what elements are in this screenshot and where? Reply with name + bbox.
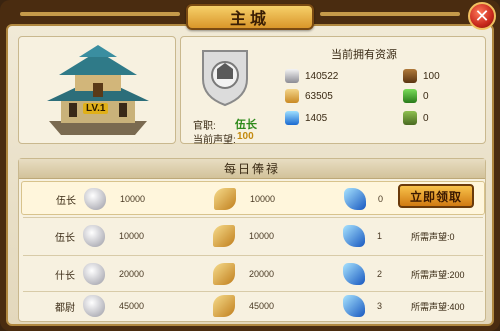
reputation-value: 100	[237, 131, 254, 142]
title-ornament-left	[20, 12, 180, 16]
resource-leaf: 0	[403, 111, 429, 125]
row-requirement: 所需声望:0	[411, 232, 455, 242]
resource-herb: 0	[403, 89, 429, 103]
row-silver: 20000	[119, 269, 145, 279]
grain-icon	[214, 188, 236, 210]
row-gem: 0	[378, 194, 384, 204]
resource-value: 0	[423, 90, 429, 102]
grain-icon	[213, 295, 235, 317]
row-rank: 伍长	[55, 233, 75, 244]
resource-value: 1405	[305, 112, 328, 124]
silver-icon	[83, 295, 105, 317]
grain-icon	[213, 225, 235, 247]
row-requirement: 所需声望:400	[411, 302, 465, 312]
gem-icon	[343, 263, 365, 285]
resource-value: 140522	[305, 70, 339, 82]
row-grain: 20000	[249, 269, 275, 279]
resource-silver: 140522	[285, 69, 338, 83]
row-silver: 10000	[119, 231, 145, 241]
gem-icon	[285, 111, 299, 125]
salary-header: 每日俸禄	[19, 159, 485, 179]
title-ornament-right	[320, 12, 460, 16]
row-grain: 45000	[249, 301, 275, 311]
row-gem: 1	[377, 231, 383, 241]
resource-bag: 100	[403, 69, 440, 83]
reputation-label: 当前声望:	[193, 135, 236, 146]
salary-row: 都尉 45000 45000 3 所需声望:400	[21, 289, 485, 323]
salary-row: 什长 20000 20000 2 所需声望:200	[21, 257, 485, 291]
palace-icon	[47, 45, 149, 135]
resource-gem: 1405	[285, 111, 327, 125]
row-divider	[23, 255, 483, 256]
bag-icon	[403, 69, 417, 83]
silver-icon	[84, 188, 106, 210]
herb-icon	[403, 89, 417, 103]
salary-row: 伍长 10000 10000 0 立即领取	[21, 181, 485, 215]
gem-icon	[343, 225, 365, 247]
row-silver: 10000	[120, 194, 146, 204]
row-divider	[23, 217, 483, 218]
silver-icon	[83, 225, 105, 247]
official-label: 官职:	[193, 121, 216, 132]
resources-panel: 当前拥有资源 140522 63505 1405 100 0 0 官职: 伍长 …	[180, 36, 486, 146]
resource-value: 0	[423, 112, 429, 124]
row-requirement: 所需声望:200	[411, 270, 465, 280]
grain-icon	[285, 89, 299, 103]
row-grain: 10000	[250, 194, 276, 204]
row-rank: 什长	[55, 271, 75, 282]
resource-grain: 63505	[285, 89, 333, 103]
official-value: 伍长	[235, 119, 257, 131]
gem-icon	[344, 188, 366, 210]
close-icon: ✕	[474, 5, 490, 26]
silver-icon	[285, 69, 299, 83]
row-silver: 45000	[119, 301, 145, 311]
close-button[interactable]: ✕	[468, 2, 496, 30]
row-gem: 3	[377, 301, 383, 311]
row-gem: 2	[377, 269, 383, 279]
window-title: 主城	[186, 4, 314, 30]
leaf-icon	[403, 111, 417, 125]
gem-icon	[343, 295, 365, 317]
salary-row: 伍长 10000 10000 1 所需声望:0	[21, 219, 485, 253]
grain-icon	[213, 263, 235, 285]
row-grain: 10000	[249, 231, 275, 241]
silver-icon	[83, 263, 105, 285]
row-rank: 都尉	[55, 303, 75, 314]
row-rank: 伍长	[56, 196, 76, 207]
building-level: LV.1	[83, 103, 109, 114]
claim-now-button[interactable]: 立即领取	[398, 184, 474, 208]
resource-value: 63505	[305, 90, 333, 102]
building-preview: LV.1	[18, 36, 176, 144]
resources-header: 当前拥有资源	[331, 49, 397, 61]
resource-value: 100	[423, 70, 440, 82]
daily-salary-panel: 每日俸禄 伍长 10000 10000 0 立即领取 伍长 10000 1000…	[18, 158, 486, 322]
official-badge-icon	[202, 50, 248, 107]
